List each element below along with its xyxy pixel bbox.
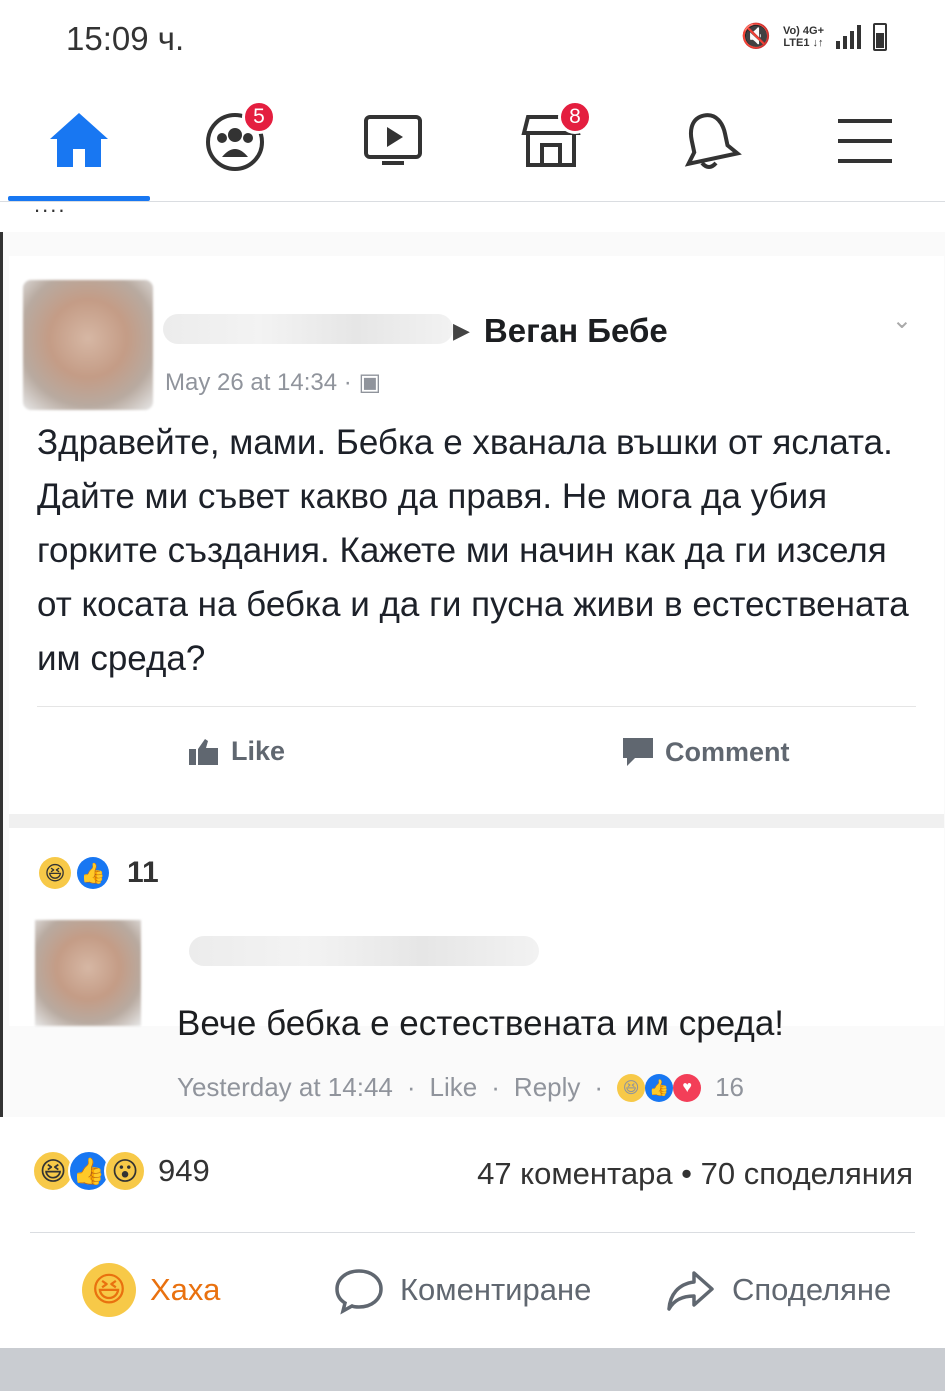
mute-icon: 🔇 [741,23,771,50]
divider [30,1232,915,1233]
comment-icon [335,1269,383,1315]
next-post-separator [0,1348,945,1391]
status-time: 15:09 ч. [66,20,185,57]
marketplace-badge: 8 [558,100,592,134]
comment-text: Вече бебка е естествената им среда! [177,1004,785,1043]
embedded-post-card: ▶ Веган Бебе May 26 at 14:34 · ▣ ⌄ Здрав… [9,256,944,1102]
comment-action-button[interactable]: Коментиране [332,1262,591,1318]
hamburger-menu-icon [838,119,892,163]
thumbs-up-icon [189,738,218,765]
signal-icon [836,24,861,49]
like-button[interactable]: Like [187,736,285,767]
nav-marketplace[interactable]: 8 [506,100,596,180]
nav-notifications[interactable] [664,100,754,180]
nav-groups[interactable]: 5 [190,100,280,180]
bell-icon [684,113,742,169]
comment-like-link[interactable]: Like [430,1072,478,1103]
commenter-avatar-blurred [35,920,141,1026]
comment-bubble-icon [623,738,653,766]
like-reaction-icon: 👍 [77,857,109,889]
groups-badge: 5 [242,100,276,134]
nav-watch[interactable] [348,100,438,180]
post-body: Здравейте, мами. Бебка е хванала въшки о… [37,423,909,678]
share-icon [667,1271,714,1311]
comment-time: Yesterday at 14:44 [177,1072,393,1102]
watch-icon [364,115,422,165]
home-icon [50,113,108,167]
reaction-summary[interactable]: 😆 👍 😮 949 [32,1150,210,1192]
status-icons: 🔇 Vo) 4G+ LTE1 ↓↑ [741,22,887,51]
comments-shares-count[interactable]: 47 коментара • 70 споделяния [477,1156,913,1192]
group-name[interactable]: ▶ Веган Бебе [453,312,668,350]
love-reaction-icon: ♥ [673,1073,702,1102]
haha-button[interactable]: 😆 Хаха [82,1262,220,1318]
globe-icon: ▣ [358,369,382,396]
overflow-dots: .... [34,192,67,217]
chevron-down-icon[interactable]: ⌄ [892,306,912,335]
wow-reaction-icon: 😮 [104,1150,146,1192]
comment-reply-link[interactable]: Reply [514,1072,580,1103]
nav-menu[interactable] [820,100,910,180]
commenter-name-blurred [189,936,539,966]
section-gap [9,814,944,828]
battery-icon [873,22,887,51]
haha-reaction-icon: 😆 [39,857,71,889]
divider [37,706,916,707]
reaction-count: 949 [158,1153,210,1188]
like-reaction-icon: 👍 [645,1073,674,1102]
comment-meta: Yesterday at 14:44 · Like · Reply · 😆 👍 … [177,1072,744,1103]
status-bar: 15:09 ч. 🔇 Vo) 4G+ LTE1 ↓↑ [0,0,945,78]
nav-active-indicator [8,196,150,201]
nav-home[interactable] [34,100,124,180]
comment-button[interactable]: Comment [621,736,790,768]
comment-reactions[interactable]: 😆 👍 ♥ [617,1073,702,1102]
author-name-blurred [163,314,453,344]
post-meta: May 26 at 14:34 · ▣ [165,369,382,396]
volte-indicator: Vo) 4G+ LTE1 ↓↑ [782,24,824,49]
share-action-button[interactable]: Споделяне [664,1262,891,1318]
author-avatar-blurred [23,280,153,410]
embedded-post-screenshot: ▶ Веган Бебе May 26 at 14:34 · ▣ ⌄ Здрав… [0,232,945,1117]
haha-icon: 😆 [82,1263,136,1317]
haha-reaction-icon: 😆 [617,1073,646,1102]
arrow-right-icon: ▶ [453,318,470,343]
post-reactions[interactable]: 😆 👍 11 [39,856,159,890]
top-nav: 5 8 [0,90,945,202]
